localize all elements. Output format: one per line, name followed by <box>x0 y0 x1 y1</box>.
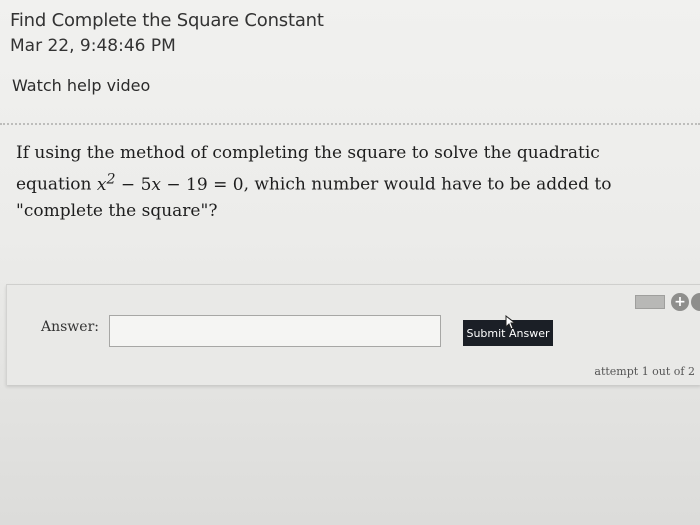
page: Find Complete the Square Constant Mar 22… <box>0 0 700 525</box>
plus-circle-icon[interactable]: + <box>671 293 689 311</box>
circle-icon[interactable] <box>691 293 700 311</box>
quadratic-equation: x2 − 5x − 19 = 0 <box>96 171 244 195</box>
attempt-counter: attempt 1 out of 2 <box>594 365 695 378</box>
toolbar-icons: + <box>631 293 700 311</box>
mouse-cursor-icon <box>505 315 517 330</box>
watch-help-video-link[interactable]: Watch help video <box>12 76 150 95</box>
question-text: If using the method of completing the sq… <box>16 140 676 224</box>
answer-input[interactable] <box>109 315 441 347</box>
timestamp: Mar 22, 9:48:46 PM <box>10 36 176 56</box>
header: Find Complete the Square Constant Mar 22… <box>10 8 324 58</box>
page-title: Find Complete the Square Constant <box>10 10 324 31</box>
answer-panel: + Answer: Submit Answer attempt 1 out of… <box>6 284 700 385</box>
keyboard-icon[interactable] <box>635 295 665 309</box>
answer-label: Answer: <box>41 319 99 335</box>
section-divider <box>0 123 700 125</box>
